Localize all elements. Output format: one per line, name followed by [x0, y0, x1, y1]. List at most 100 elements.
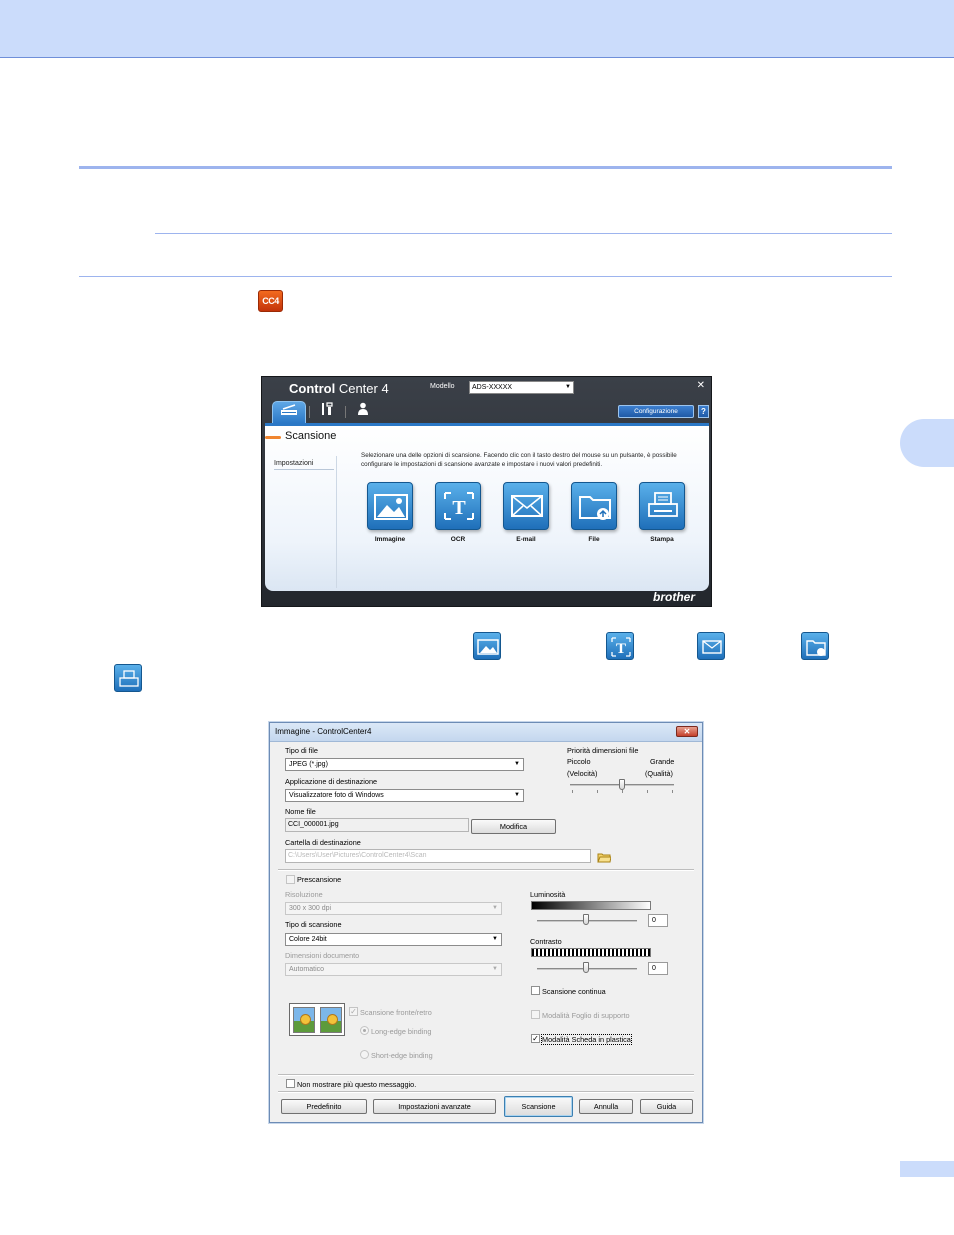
help-button[interactable]: ? — [698, 405, 709, 418]
short-edge-label: Short-edge binding — [371, 1051, 433, 1060]
dont-show-label: Non mostrare più questo messaggio. — [297, 1080, 417, 1089]
printer-icon — [119, 670, 139, 687]
scan-type-select[interactable]: Colore 24bit ▼ — [285, 933, 502, 946]
sidebar: Impostazioni — [271, 456, 337, 588]
carrier-sheet-checkbox[interactable] — [531, 1010, 540, 1019]
scan-panel: Scansione Impostazioni Selezionare una d… — [265, 423, 709, 591]
short-edge-radio[interactable] — [360, 1050, 369, 1059]
dialog-divider — [278, 1091, 694, 1093]
chevron-down-icon: ▼ — [492, 936, 498, 942]
dest-folder-field[interactable]: C:\Users\User\Pictures\ControlCenter4\Sc… — [285, 849, 591, 863]
duplex-checkbox[interactable]: ✓ — [349, 1007, 358, 1016]
slider-tick — [672, 790, 673, 793]
file-type-select[interactable]: JPEG (*.jpg) ▼ — [285, 758, 524, 771]
brightness-slider[interactable] — [583, 914, 589, 925]
inline-image-icon — [473, 632, 501, 660]
print-scan-button[interactable] — [639, 482, 685, 530]
doc-size-label: Dimensioni documento — [285, 951, 360, 960]
image-scan-label: Immagine — [374, 536, 406, 543]
small-label: Piccolo — [567, 757, 591, 766]
chapter-tab — [900, 419, 954, 467]
doc-size-select[interactable]: Automatico ▼ — [285, 963, 502, 976]
long-edge-label: Long-edge binding — [371, 1027, 432, 1036]
svg-text:T: T — [616, 641, 626, 657]
advanced-settings-button[interactable]: Impostazioni avanzate — [373, 1099, 496, 1114]
dialog-titlebar: Immagine - ControlCenter4 ✕ — [270, 723, 702, 742]
scan-description: Selezionare una delle opzioni di scansio… — [361, 452, 677, 468]
help-guide-button[interactable]: Guida — [640, 1099, 693, 1114]
configuration-button[interactable]: Configurazione — [618, 405, 694, 418]
file-scan-label: File — [588, 536, 600, 543]
modify-button[interactable]: Modifica — [471, 819, 556, 834]
resolution-label: Risoluzione — [285, 890, 323, 899]
dialog-divider — [278, 1074, 694, 1076]
sidebar-item-settings[interactable]: Impostazioni — [274, 460, 313, 467]
file-name-field[interactable]: CCI_000001.jpg — [285, 818, 469, 832]
brightness-value[interactable]: 0 — [648, 914, 668, 927]
scanner-icon — [281, 404, 297, 415]
ocr-scan-button[interactable]: T — [435, 482, 481, 530]
chevron-down-icon: ▼ — [492, 905, 498, 911]
plastic-card-checkbox[interactable]: ✓ — [531, 1034, 540, 1043]
prescan-checkbox[interactable] — [286, 875, 295, 884]
contrast-label: Contrasto — [530, 937, 562, 946]
tab-support[interactable] — [346, 401, 380, 423]
continuous-scan-checkbox[interactable] — [531, 986, 540, 995]
dest-app-select[interactable]: Visualizzatore foto di Windows ▼ — [285, 789, 524, 802]
close-icon[interactable]: ✕ — [697, 381, 705, 391]
page-front-icon — [293, 1007, 315, 1033]
ocr-text-icon: T — [444, 492, 474, 520]
contrast-value[interactable]: 0 — [648, 962, 668, 975]
brother-logo: brother — [653, 590, 695, 604]
speed-label: (Velocità) — [567, 769, 598, 778]
inline-file-icon — [801, 632, 829, 660]
printer-icon — [648, 492, 678, 517]
dest-app-label: Applicazione di destinazione — [285, 777, 378, 786]
file-scan-button[interactable] — [571, 482, 617, 530]
contrast-pattern — [531, 948, 651, 957]
tools-icon — [322, 402, 333, 415]
image-scan-button[interactable] — [367, 482, 413, 530]
duplex-preview-icon — [289, 1003, 345, 1036]
file-type-label: Tipo di file — [285, 746, 318, 755]
ocr-text-icon: T — [611, 637, 631, 657]
resolution-select[interactable]: 300 x 300 dpi ▼ — [285, 902, 502, 915]
contrast-slider[interactable] — [583, 962, 589, 973]
folder-upload-icon — [806, 640, 826, 656]
folder-upload-icon — [579, 496, 611, 520]
duplex-label: Scansione fronte/retro — [360, 1008, 432, 1017]
envelope-icon — [702, 640, 722, 654]
cancel-button[interactable]: Annulla — [579, 1099, 633, 1114]
tab-scan[interactable] — [272, 401, 306, 423]
model-select[interactable]: ADS-XXXXX ▼ — [469, 381, 574, 394]
tab-device-settings[interactable] — [310, 401, 344, 423]
prescan-label: Prescansione — [297, 875, 342, 884]
default-button[interactable]: Predefinito — [281, 1099, 367, 1114]
controlcenter4-icon: CC4 — [258, 290, 283, 312]
chevron-down-icon: ▼ — [565, 384, 571, 390]
image-settings-dialog: Immagine - ControlCenter4 ✕ Tipo di file… — [269, 722, 703, 1123]
browse-folder-icon[interactable] — [597, 850, 612, 868]
slider-tick — [647, 790, 648, 793]
brightness-label: Luminosità — [530, 890, 566, 899]
continuous-scan-label: Scansione continua — [542, 987, 606, 996]
slider-tick — [572, 790, 573, 793]
image-icon — [477, 639, 499, 655]
slider-tick — [622, 790, 623, 793]
size-priority-slider[interactable] — [619, 779, 625, 790]
file-name-label: Nome file — [285, 807, 316, 816]
person-icon — [358, 402, 368, 415]
email-scan-button[interactable] — [503, 482, 549, 530]
page-header-band — [0, 0, 954, 58]
long-edge-radio[interactable] — [360, 1026, 369, 1035]
inline-print-icon — [114, 664, 142, 692]
envelope-icon — [511, 495, 543, 517]
section-rule — [79, 166, 892, 169]
chevron-down-icon: ▼ — [514, 792, 520, 798]
carrier-sheet-label: Modalità Foglio di supporto — [542, 1011, 630, 1020]
section-marker — [265, 436, 281, 439]
dont-show-checkbox[interactable] — [286, 1079, 295, 1088]
email-scan-label: E-mail — [516, 536, 536, 543]
scan-button[interactable]: Scansione — [504, 1096, 573, 1117]
dialog-close-button[interactable]: ✕ — [676, 726, 698, 737]
